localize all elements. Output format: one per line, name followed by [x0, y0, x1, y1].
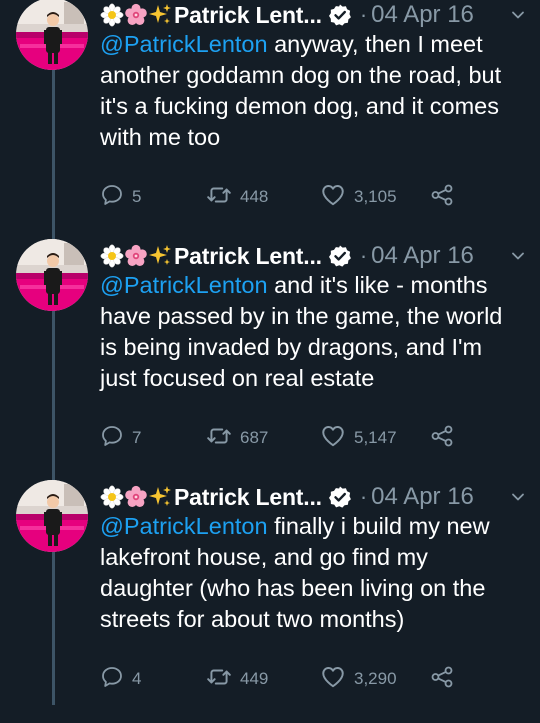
- tweet-date[interactable]: 04 Apr 16: [371, 242, 474, 270]
- daisy-flower-icon: [100, 485, 124, 509]
- reply-button[interactable]: 4: [100, 664, 141, 694]
- like-heart-icon: [320, 423, 346, 454]
- mention-link[interactable]: @PatrickLenton: [100, 272, 268, 298]
- like-button[interactable]: 5,147: [320, 423, 397, 453]
- like-heart-icon: [320, 182, 346, 213]
- tweet-actions: 4 449 3,290: [100, 664, 520, 694]
- retweet-button[interactable]: 449: [206, 664, 268, 694]
- tweet-date[interactable]: 04 Apr 16: [371, 1, 474, 29]
- like-button[interactable]: 3,290: [320, 664, 397, 694]
- daisy-flower-icon: [100, 3, 124, 27]
- reply-count: 4: [132, 669, 142, 688]
- tweet-actions: 5 448 3,105: [100, 182, 520, 212]
- like-count: 3,105: [354, 187, 397, 206]
- reply-icon: [100, 424, 124, 453]
- reply-count: 7: [132, 428, 142, 447]
- like-heart-icon: [320, 664, 346, 695]
- retweet-button[interactable]: 448: [206, 182, 268, 212]
- tweet-header: Patrick Lent... · 04 Apr 16: [100, 482, 474, 512]
- name-emoji-group: [100, 244, 172, 268]
- like-count: 5,147: [354, 428, 397, 447]
- name-emoji-group: [100, 485, 172, 509]
- tweet-text: @PatrickLenton and it's like - months ha…: [100, 270, 520, 394]
- retweet-icon: [206, 423, 232, 454]
- tweet[interactable]: Patrick Lent... · 04 Apr 16 @PatrickLent…: [0, 239, 540, 482]
- tweet[interactable]: Patrick Lent... · 04 Apr 16 @PatrickLent…: [0, 480, 540, 723]
- share-icon: [430, 424, 454, 453]
- daisy-flower-icon: [100, 244, 124, 268]
- share-button[interactable]: [430, 664, 454, 694]
- sparkles-icon: [148, 3, 172, 27]
- share-icon: [430, 665, 454, 694]
- tweet-text: @PatrickLenton finally i build my new la…: [100, 511, 520, 635]
- retweet-count: 448: [240, 187, 269, 206]
- separator-dot: ·: [359, 484, 368, 509]
- retweet-button[interactable]: 687: [206, 423, 268, 453]
- retweet-icon: [206, 182, 232, 213]
- retweet-count: 687: [240, 428, 269, 447]
- share-button[interactable]: [430, 423, 454, 453]
- mention-link[interactable]: @PatrickLenton: [100, 513, 268, 539]
- avatar[interactable]: [16, 480, 88, 552]
- name-emoji-group: [100, 3, 172, 27]
- chevron-down-icon[interactable]: [508, 487, 528, 507]
- verified-badge-icon: [328, 485, 352, 509]
- share-icon: [430, 183, 454, 212]
- avatar[interactable]: [16, 239, 88, 311]
- avatar-image: [16, 480, 88, 552]
- display-name[interactable]: Patrick Lent...: [174, 243, 322, 270]
- share-button[interactable]: [430, 182, 454, 212]
- separator-dot: ·: [359, 2, 368, 27]
- reply-button[interactable]: 7: [100, 423, 141, 453]
- avatar-image: [16, 0, 88, 70]
- avatar-image: [16, 239, 88, 311]
- display-name[interactable]: Patrick Lent...: [174, 484, 322, 511]
- tweet-actions: 7 687 5,147: [100, 423, 520, 453]
- separator-dot: ·: [359, 243, 368, 268]
- retweet-count: 449: [240, 669, 269, 688]
- chevron-down-icon[interactable]: [508, 5, 528, 25]
- tweet-text: @PatrickLenton anyway, then I meet anoth…: [100, 29, 520, 153]
- tweet-header: Patrick Lent... · 04 Apr 16: [100, 0, 474, 30]
- like-button[interactable]: 3,105: [320, 182, 397, 212]
- reply-icon: [100, 183, 124, 212]
- avatar[interactable]: [16, 0, 88, 70]
- reply-button[interactable]: 5: [100, 182, 141, 212]
- reply-count: 5: [132, 187, 142, 206]
- tweet[interactable]: Patrick Lent... · 04 Apr 16 @PatrickLent…: [0, 0, 540, 241]
- chevron-down-icon[interactable]: [508, 246, 528, 266]
- reply-icon: [100, 665, 124, 694]
- display-name[interactable]: Patrick Lent...: [174, 2, 322, 29]
- verified-badge-icon: [328, 244, 352, 268]
- cherry-blossom-icon: [124, 3, 148, 27]
- tweet-date[interactable]: 04 Apr 16: [371, 483, 474, 511]
- tweet-header: Patrick Lent... · 04 Apr 16: [100, 241, 474, 271]
- cherry-blossom-icon: [124, 244, 148, 268]
- mention-link[interactable]: @PatrickLenton: [100, 31, 268, 57]
- verified-badge-icon: [328, 3, 352, 27]
- sparkles-icon: [148, 485, 172, 509]
- retweet-icon: [206, 664, 232, 695]
- like-count: 3,290: [354, 669, 397, 688]
- sparkles-icon: [148, 244, 172, 268]
- cherry-blossom-icon: [124, 485, 148, 509]
